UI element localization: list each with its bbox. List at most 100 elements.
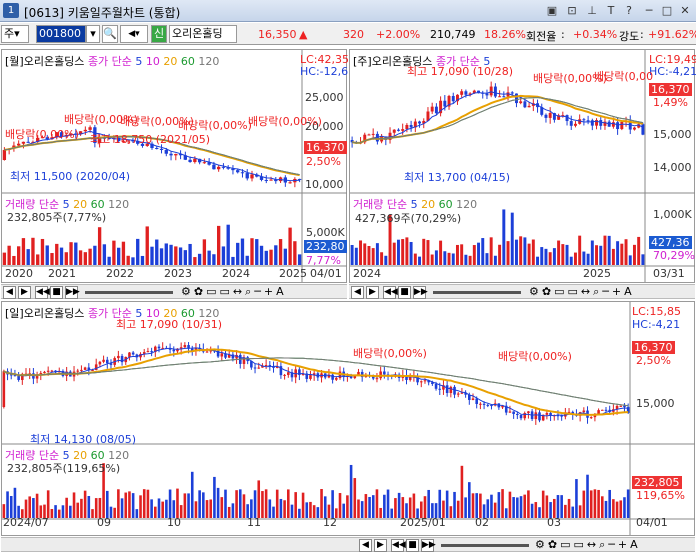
search-icon[interactable]: 🔍 xyxy=(102,25,118,43)
code-input[interactable]: 001800 xyxy=(36,25,86,43)
volume-bar xyxy=(131,257,135,265)
volume-bar xyxy=(259,245,264,265)
volume-bar xyxy=(274,245,278,265)
monthly-next-button[interactable]: ▶ xyxy=(18,286,31,299)
volume-bar xyxy=(567,498,571,518)
daily-prev-button[interactable]: ◀ xyxy=(359,539,372,552)
text-icon[interactable]: T xyxy=(604,4,618,18)
candle-body xyxy=(335,378,338,380)
candle-body xyxy=(396,129,400,131)
maximize-icon[interactable]: □ xyxy=(660,4,674,18)
volume-bar xyxy=(93,245,97,265)
volume-bar xyxy=(136,238,140,265)
market-select[interactable]: 주▾ xyxy=(1,25,29,43)
monthly-tool-icons[interactable]: ⚙✿▭▭↔⌕─+A xyxy=(181,285,287,299)
volume-bar xyxy=(510,212,514,265)
volume-bar xyxy=(481,238,485,265)
volume-bar xyxy=(240,238,245,265)
volume-bar xyxy=(350,244,354,265)
minimize-icon[interactable]: ─ xyxy=(642,4,656,18)
monthly-axis-10000: 10,000 xyxy=(305,178,344,191)
candle-body xyxy=(445,385,449,394)
volume-bar xyxy=(7,245,11,265)
volume-bar xyxy=(207,250,211,265)
daily-next-button[interactable]: ▶ xyxy=(374,539,387,552)
volume-bar xyxy=(83,490,87,518)
sound-icon[interactable]: ◀▾ xyxy=(120,25,148,43)
volume-bar xyxy=(105,490,109,518)
volume-bar xyxy=(72,492,76,518)
daily-stop-button[interactable]: ■ xyxy=(406,539,419,552)
volume-bar xyxy=(117,247,121,265)
volume-bar xyxy=(198,490,201,518)
volume-bar xyxy=(582,490,586,518)
weekly-forward-button[interactable]: ▶▶ xyxy=(413,286,428,299)
monthly-chart-svg[interactable] xyxy=(2,50,347,282)
monthly-prev-button[interactable]: ◀ xyxy=(3,286,16,299)
volume-bar xyxy=(298,508,301,518)
volume-bar xyxy=(135,509,139,518)
volume-bar xyxy=(604,500,608,518)
help-icon[interactable]: ? xyxy=(622,4,636,18)
daily-chart-svg[interactable] xyxy=(2,302,695,535)
daily-scroll-slider[interactable] xyxy=(441,544,529,547)
volume-bar xyxy=(534,502,538,518)
volume-bar xyxy=(514,239,518,265)
monthly-date-2023: 2023 xyxy=(164,267,192,280)
volume-bar xyxy=(69,505,72,518)
volume-bar xyxy=(35,493,39,518)
volume-bar xyxy=(169,244,173,265)
monthly-title: [월]오리온홀딩스 종가 단순 5 10 20 60 120 xyxy=(5,53,219,69)
daily-tool-icons[interactable]: ⚙✿▭▭↔⌕─+A xyxy=(535,538,641,552)
monthly-axis-25000: 25,000 xyxy=(305,91,344,104)
volume-bar xyxy=(161,501,164,518)
volume-bar xyxy=(401,239,405,265)
close-icon[interactable]: ✕ xyxy=(678,4,692,18)
volume-bar xyxy=(88,248,92,265)
volume-bar xyxy=(59,247,64,265)
candle-body xyxy=(102,359,105,362)
weekly-prev-button[interactable]: ◀ xyxy=(351,286,364,299)
volume-bar xyxy=(168,489,172,518)
volume-bar xyxy=(582,251,586,265)
daily-date-2024-07: 2024/07 xyxy=(3,516,49,529)
daily-rewind-button[interactable]: ◀◀ xyxy=(391,539,406,552)
monthly-forward-button[interactable]: ▶▶ xyxy=(65,286,80,299)
volume-bar xyxy=(603,235,607,265)
weekly-rewind-button[interactable]: ◀◀ xyxy=(383,286,398,299)
candle-body xyxy=(523,101,527,108)
weekly-chart-svg[interactable] xyxy=(350,50,695,282)
monthly-scroll-slider[interactable] xyxy=(85,291,173,294)
volume-bar xyxy=(489,237,493,265)
volume-bar xyxy=(140,255,145,265)
daily-forward-button[interactable]: ▶▶ xyxy=(421,539,436,552)
daily-date-12: 12 xyxy=(323,516,337,529)
candle-body xyxy=(309,375,312,379)
pin-icon[interactable]: ⊥ xyxy=(585,4,599,18)
change-percent: +2.00% xyxy=(376,28,421,41)
monthly-rewind-button[interactable]: ◀◀ xyxy=(35,286,50,299)
strength-label: 강도 xyxy=(619,30,640,43)
monthly-stop-button[interactable]: ■ xyxy=(50,286,63,299)
weekly-low-label: 최저 13,700 (04/15) xyxy=(404,171,511,184)
daily-date-09: 09 xyxy=(97,516,111,529)
volume-bar xyxy=(396,239,400,265)
monthly-volume-value: 232,805주(7,77%) xyxy=(7,211,107,224)
code-dropdown-icon[interactable]: ▾ xyxy=(86,25,100,43)
candle-body xyxy=(221,166,226,168)
volume-bar xyxy=(278,239,283,265)
link-icon[interactable]: ⊡ xyxy=(565,4,579,18)
weekly-scroll-slider[interactable] xyxy=(433,291,521,294)
weekly-high-label: 최고 17,090 (10/28) xyxy=(407,65,514,78)
weekly-stop-button[interactable]: ■ xyxy=(398,286,411,299)
candle-body xyxy=(128,352,131,357)
volume-bar xyxy=(560,495,563,518)
weekly-next-button[interactable]: ▶ xyxy=(366,286,379,299)
volume-bar xyxy=(76,502,80,518)
weekly-tool-icons[interactable]: ⚙✿▭▭↔⌕─+A xyxy=(529,285,635,299)
volume-bar xyxy=(221,246,226,265)
volume-bar xyxy=(523,494,527,518)
screen-icon[interactable]: ▣ xyxy=(545,4,559,18)
volume-bar xyxy=(490,494,493,518)
volume-bar xyxy=(586,253,590,265)
